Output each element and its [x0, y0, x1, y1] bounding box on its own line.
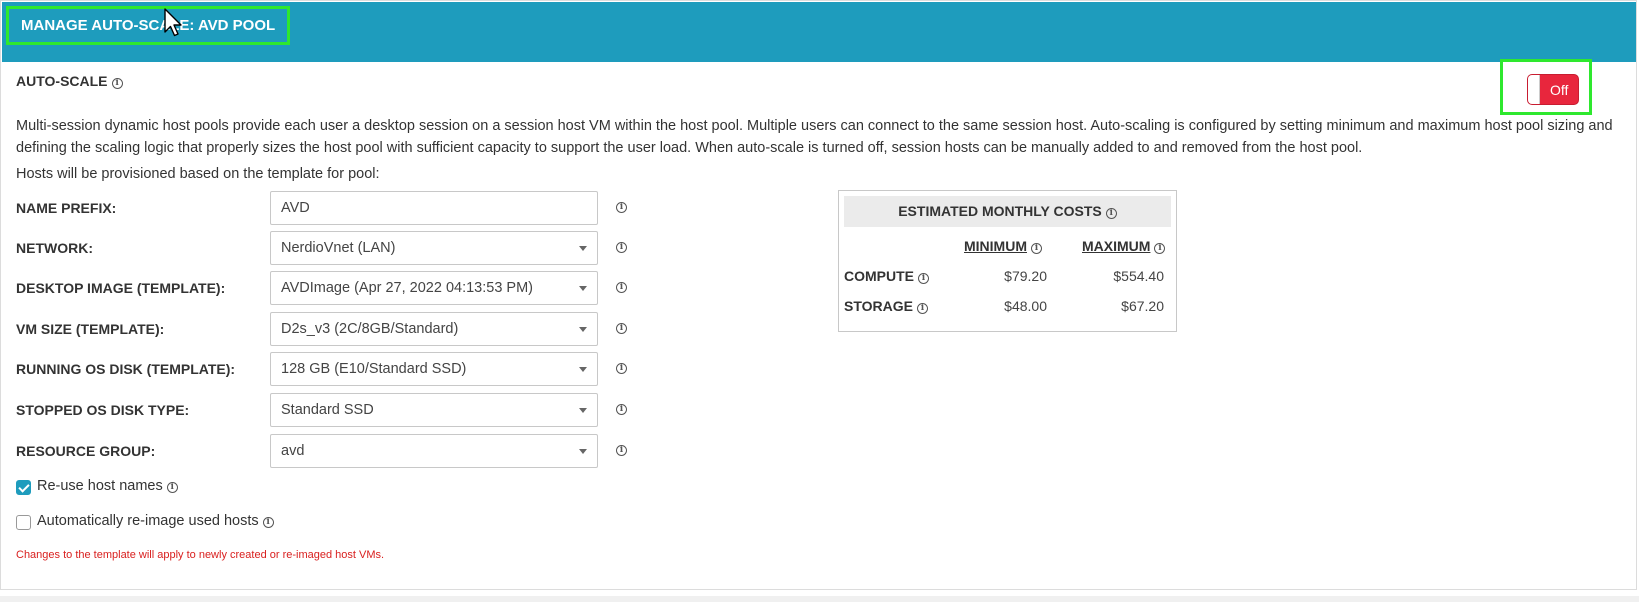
chevron-down-icon — [579, 327, 587, 332]
storage-max-cost: $67.20 — [1121, 298, 1164, 314]
resource-group-label: RESOURCE GROUP: — [16, 443, 156, 459]
provision-note: Hosts will be provisioned based on the t… — [16, 166, 380, 182]
maximum-column-header: MAXIMUM i — [1082, 238, 1166, 254]
estimated-costs-title: ESTIMATED MONTHLY COSTS i — [844, 196, 1171, 227]
running-os-disk-label: RUNNING OS DISK (TEMPLATE): — [16, 361, 236, 377]
vm-size-select[interactable]: D2s_v3 (2C/8GB/Standard) — [270, 312, 598, 346]
template-warning: Changes to the template will apply to ne… — [16, 549, 385, 561]
desktop-image-select[interactable]: AVDImage (Apr 27, 2022 04:13:53 PM) — [270, 271, 598, 305]
desktop-image-value: AVDImage (Apr 27, 2022 04:13:53 PM) — [281, 280, 534, 296]
network-value: NerdioVnet (LAN) — [281, 240, 396, 256]
desktop-image-label: DESKTOP IMAGE (TEMPLATE): — [16, 280, 226, 296]
chevron-down-icon — [579, 367, 587, 372]
autoscale-toggle-highlight: Off — [1500, 59, 1592, 115]
mouse-pointer-icon — [164, 8, 182, 37]
compute-cost-label: COMPUTE i — [844, 268, 929, 284]
estimated-costs-panel: ESTIMATED MONTHLY COSTS i MINIMUM i MAXIMU… — [838, 190, 1177, 332]
autoscale-description: Multi-session dynamic host pools provide… — [16, 118, 1613, 156]
resource-group-select[interactable]: avd — [270, 434, 598, 468]
info-circle-icon[interactable]: i — [262, 517, 274, 528]
info-circle-icon[interactable]: i — [918, 273, 929, 284]
toggle-state-label: Off — [1550, 82, 1569, 98]
info-circle-icon[interactable]: i — [616, 282, 627, 293]
auto-reimage-checkbox[interactable] — [16, 515, 31, 530]
name-prefix-label: NAME PREFIX: — [16, 200, 117, 216]
reuse-host-names-checkbox[interactable] — [16, 480, 31, 495]
network-label: NETWORK: — [16, 240, 93, 256]
network-select[interactable]: NerdioVnet (LAN) — [270, 231, 598, 265]
vm-size-value: D2s_v3 (2C/8GB/Standard) — [281, 321, 459, 337]
info-circle-icon[interactable]: i — [1031, 243, 1042, 254]
chevron-down-icon — [579, 246, 587, 251]
info-circle-icon[interactable]: i — [1105, 208, 1117, 219]
info-circle-icon[interactable]: i — [916, 303, 928, 314]
info-circle-icon[interactable]: i — [616, 445, 627, 456]
info-circle-icon[interactable]: i — [616, 202, 627, 213]
info-circle-icon[interactable]: i — [616, 363, 627, 374]
stopped-os-disk-label: STOPPED OS DISK TYPE: — [16, 402, 190, 418]
storage-min-cost: $48.00 — [1004, 298, 1047, 314]
stopped-os-disk-value: Standard SSD — [281, 402, 374, 418]
storage-cost-label: STORAGE i — [844, 298, 928, 314]
info-circle-icon[interactable]: i — [111, 78, 123, 89]
info-circle-icon[interactable]: i — [616, 404, 627, 415]
minimum-column-header: MINIMUM i — [964, 238, 1042, 254]
resource-group-value: avd — [281, 443, 305, 459]
chevron-down-icon — [579, 286, 587, 291]
panel-header: MANAGE AUTO-SCALE: AVD POOL — [2, 2, 1636, 62]
autoscale-label: AUTO-SCALE i — [16, 73, 123, 89]
toggle-knob — [1528, 75, 1540, 104]
vm-size-label: VM SIZE (TEMPLATE): — [16, 321, 165, 337]
compute-max-cost: $554.40 — [1113, 268, 1164, 284]
info-circle-icon[interactable]: i — [616, 242, 627, 253]
panel-title: MANAGE AUTO-SCALE: AVD POOL — [6, 6, 291, 45]
stopped-os-disk-select[interactable]: Standard SSD — [270, 393, 598, 427]
reuse-host-names-label: Re-use host names i — [37, 478, 178, 494]
autoscale-toggle[interactable]: Off — [1527, 74, 1579, 105]
info-circle-icon[interactable]: i — [616, 323, 627, 334]
info-circle-icon[interactable]: i — [166, 482, 178, 493]
chevron-down-icon — [579, 408, 587, 413]
manage-autoscale-panel — [0, 0, 1637, 590]
name-prefix-input[interactable]: AVD — [270, 191, 598, 225]
auto-reimage-label: Automatically re-image used hosts i — [37, 513, 274, 529]
compute-min-cost: $79.20 — [1004, 268, 1047, 284]
running-os-disk-value: 128 GB (E10/Standard SSD) — [281, 361, 467, 377]
chevron-down-icon — [579, 449, 587, 454]
running-os-disk-select[interactable]: 128 GB (E10/Standard SSD) — [270, 352, 598, 386]
info-circle-icon[interactable]: i — [1154, 243, 1166, 254]
footer-strip — [0, 596, 1639, 602]
